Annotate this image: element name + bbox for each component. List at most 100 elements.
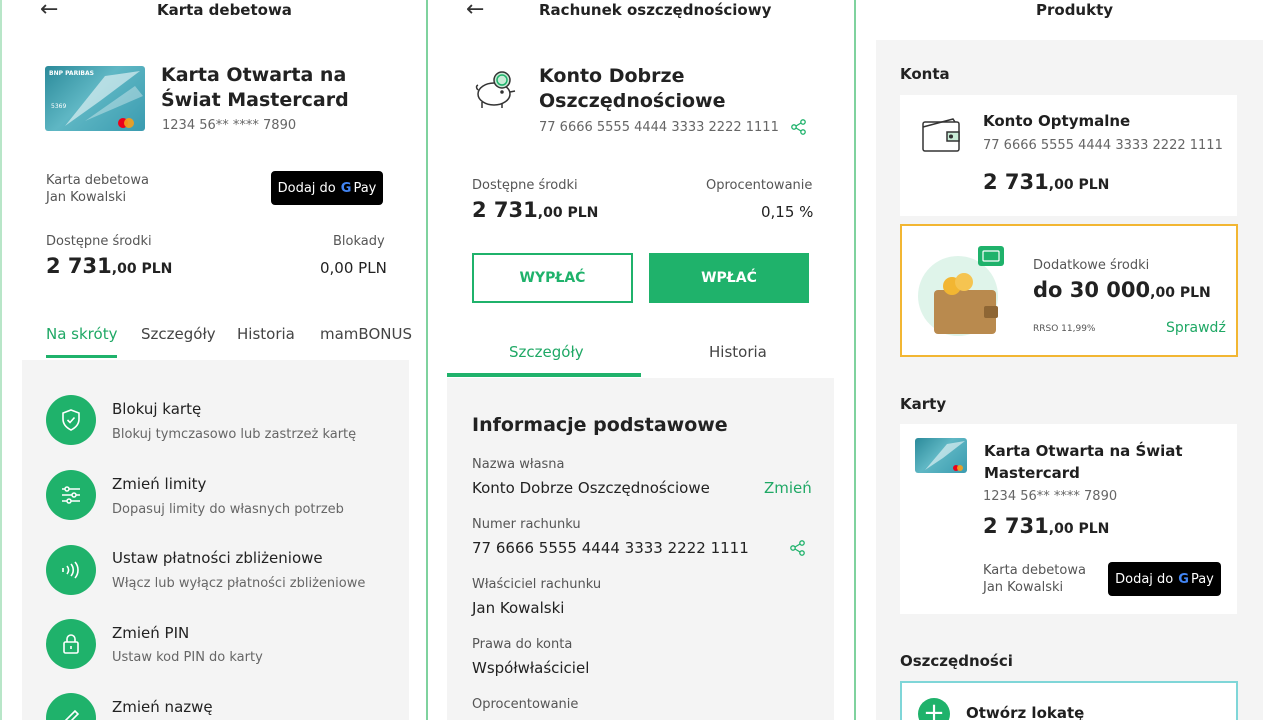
back-arrow-icon[interactable]: ←	[466, 0, 484, 21]
card-type-label: Karta debetowa	[983, 563, 1086, 578]
money-wallet-icon	[918, 246, 1004, 336]
available-int: 2 731	[472, 198, 538, 222]
lock-icon	[46, 619, 96, 669]
sliders-icon	[46, 470, 96, 520]
account-dec: ,00 PLN	[1048, 177, 1110, 193]
card-number: 1234 56** **** 7890	[983, 489, 1118, 504]
card-type-label: Karta debetowa	[46, 173, 149, 188]
svg-text:5369: 5369	[51, 103, 66, 110]
card-details-screen: ← Karta debetowa BNP PARIBAS 5369 Karta …	[0, 0, 426, 720]
deposit-button[interactable]: WPŁAĆ	[649, 253, 809, 303]
blocked-value: 0,00 PLN	[320, 259, 387, 277]
active-tab-indicator	[46, 355, 117, 358]
promo-check-link[interactable]: Sprawdź	[1166, 320, 1226, 336]
back-arrow-icon[interactable]: ←	[40, 0, 58, 21]
tab-na-skroty[interactable]: Na skróty	[46, 325, 117, 343]
account-name: Konto Dobrze Oszczędnościowe	[539, 65, 726, 112]
account-number: 77 6666 5555 4444 3333 2222 1111	[983, 138, 1223, 153]
active-tab-indicator	[447, 373, 641, 377]
open-deposit-label[interactable]: Otwórz lokatę	[966, 704, 1084, 720]
card-holder: Jan Kowalski	[983, 580, 1064, 595]
interest-label: Oprocentowanie	[706, 178, 813, 193]
gpay-prefix: Dodaj do	[277, 180, 336, 196]
available-dec: ,00 PLN	[537, 205, 599, 221]
available-amount: 2 731,00 PLN	[46, 254, 172, 278]
card-number: 1234 56** **** 7890	[162, 118, 297, 133]
account-name: Konto Optymalne	[983, 112, 1131, 130]
field-value: Jan Kowalski	[472, 599, 565, 617]
section-title: Informacje podstawowe	[472, 414, 728, 436]
card-image	[915, 438, 967, 473]
action-title[interactable]: Zmień limity	[112, 475, 206, 493]
action-title[interactable]: Zmień PIN	[112, 624, 189, 642]
card-name: Karta Otwarta na Świat Mastercard	[984, 442, 1183, 482]
action-title[interactable]: Ustaw płatności zbliżeniowe	[112, 549, 323, 567]
card-graphic-icon	[925, 441, 965, 471]
field-value: Współwłaściciel	[472, 659, 590, 677]
promo-rrso: RRSO 11,99%	[1033, 324, 1096, 334]
promo-int: do 30 000	[1033, 278, 1151, 302]
available-dec: ,00 PLN	[111, 261, 173, 277]
action-subtitle: Ustaw kod PIN do karty	[112, 650, 263, 665]
accounts-label: Konta	[900, 65, 950, 83]
action-contactless[interactable]	[46, 545, 96, 595]
action-rename[interactable]	[46, 693, 96, 720]
piggy-bank-icon	[475, 71, 516, 108]
account-amount: 2 731,00 PLN	[983, 170, 1109, 194]
card-dec: ,00 PLN	[1048, 521, 1110, 537]
tab-historia[interactable]: Historia	[709, 343, 767, 361]
tab-szczegoly[interactable]: Szczegóły	[141, 325, 216, 343]
action-title[interactable]: Blokuj kartę	[112, 400, 201, 418]
available-label: Dostępne środki	[46, 234, 152, 249]
tab-historia[interactable]: Historia	[237, 325, 295, 343]
action-change-pin[interactable]	[46, 619, 96, 669]
interest-value: 0,15 %	[761, 203, 814, 221]
wallet-icon	[922, 118, 960, 152]
action-subtitle: Włącz lub wyłącz płatności zbliżeniowe	[112, 576, 366, 591]
contactless-icon	[46, 545, 96, 595]
card-amount: 2 731,00 PLN	[983, 514, 1109, 538]
action-subtitle: Dopasuj limity do własnych potrzeb	[112, 502, 344, 517]
gpay-label: Pay	[1190, 571, 1214, 587]
share-icon[interactable]	[789, 539, 807, 557]
shield-icon	[46, 395, 96, 445]
promo-dec: ,00 PLN	[1150, 285, 1211, 301]
field-label: Prawa do konta	[472, 637, 573, 652]
available-label: Dostępne środki	[472, 178, 578, 193]
pencil-icon	[46, 693, 96, 720]
blocked-label: Blokady	[333, 234, 385, 249]
card-name: Karta Otwarta na Świat Mastercard	[161, 64, 349, 111]
card-graphic-icon: 5369	[51, 71, 143, 128]
action-subtitle: Blokuj tymczasowo lub zastrzeż kartę	[112, 427, 357, 442]
share-icon[interactable]	[790, 118, 808, 136]
change-name-link[interactable]: Zmień	[764, 479, 812, 497]
gpay-label: Pay	[353, 180, 377, 196]
field-label: Numer rachunku	[472, 517, 581, 532]
card-image: BNP PARIBAS 5369	[45, 66, 145, 131]
account-number: 77 6666 5555 4444 3333 2222 1111	[539, 120, 779, 135]
google-g-icon: G	[1178, 571, 1189, 587]
cards-label: Karty	[900, 395, 947, 413]
products-screen: Produkty Konta Konto Optymalne 77 6666 5…	[856, 0, 1280, 720]
field-label: Oprocentowanie	[472, 697, 579, 712]
field-value: Konto Dobrze Oszczędnościowe	[472, 479, 710, 497]
card-int: 2 731	[983, 514, 1049, 538]
google-g-icon: G	[340, 180, 352, 196]
page-title: Produkty	[1036, 1, 1114, 19]
add-to-gpay-button[interactable]: Dodaj do G Pay	[1108, 562, 1221, 596]
add-to-gpay-button[interactable]: Dodaj do G Pay	[271, 171, 383, 205]
available-amount: 2 731,00 PLN	[472, 198, 598, 222]
page-title: Karta debetowa	[157, 1, 292, 19]
action-title[interactable]: Zmień nazwę	[112, 698, 213, 716]
tab-mambonus[interactable]: mamBONUS	[320, 325, 412, 343]
tab-szczegoly[interactable]: Szczegóły	[509, 343, 584, 361]
action-change-limits[interactable]	[46, 470, 96, 520]
savings-label: Oszczędności	[900, 652, 1013, 670]
action-block-card[interactable]	[46, 395, 96, 445]
promo-amount: do 30 000,00 PLN	[1033, 278, 1211, 302]
field-value: 77 6666 5555 4444 3333 2222 1111	[472, 539, 749, 557]
gpay-prefix: Dodaj do	[1115, 571, 1174, 587]
withdraw-button[interactable]: WYPŁAĆ	[472, 253, 633, 303]
promo-label: Dodatkowe środki	[1033, 258, 1150, 273]
card-holder: Jan Kowalski	[46, 190, 127, 205]
